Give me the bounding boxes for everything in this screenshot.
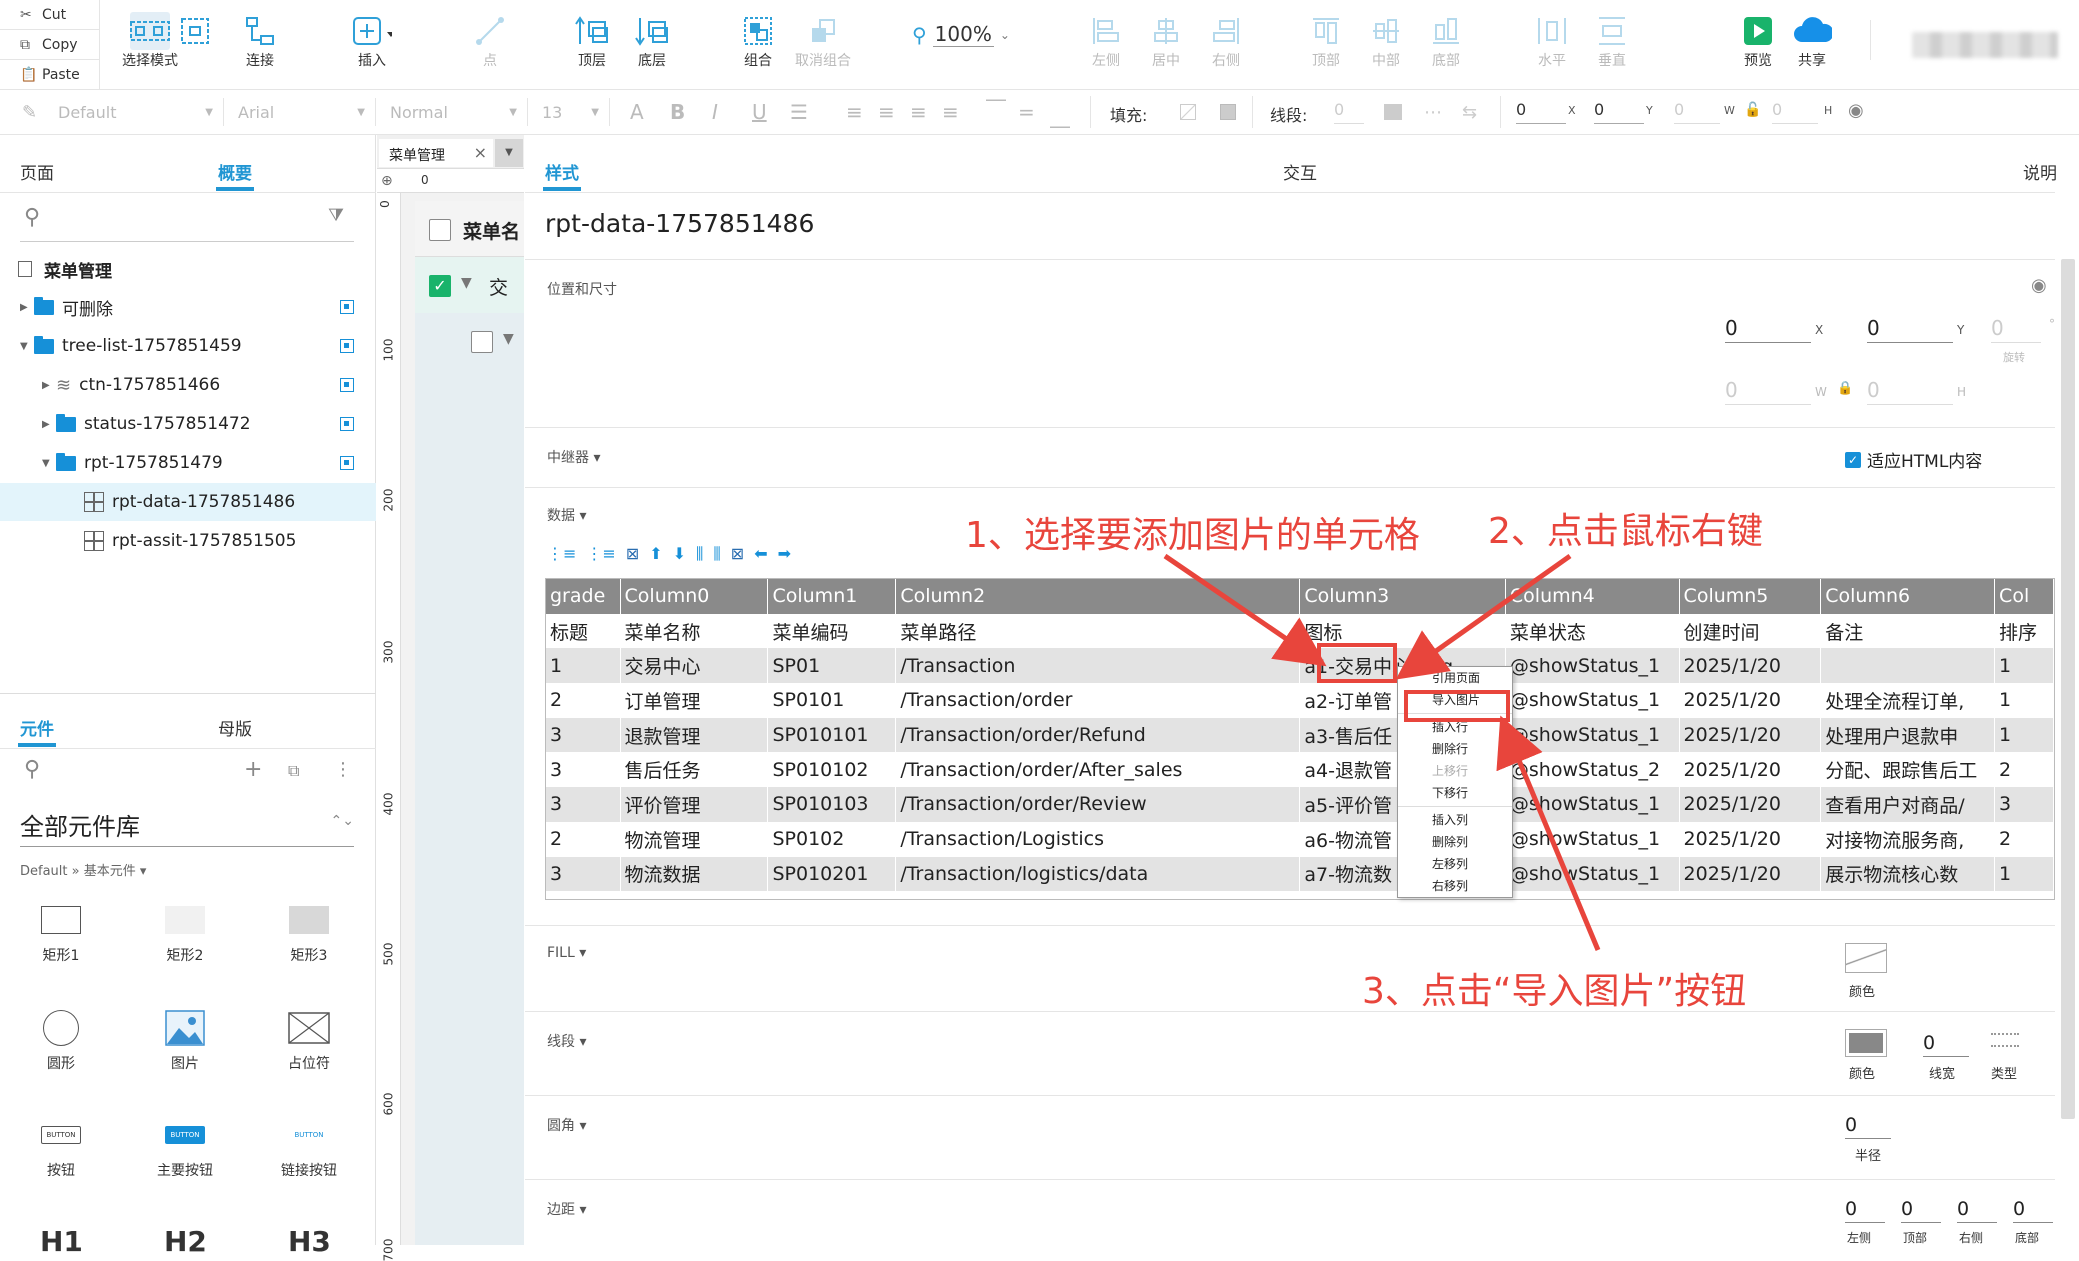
annotation-arrows xyxy=(1163,553,1601,951)
arrow-step1 xyxy=(1163,553,1327,667)
arrow-step3 xyxy=(1496,715,1601,951)
arrow-step2 xyxy=(1395,553,1572,680)
